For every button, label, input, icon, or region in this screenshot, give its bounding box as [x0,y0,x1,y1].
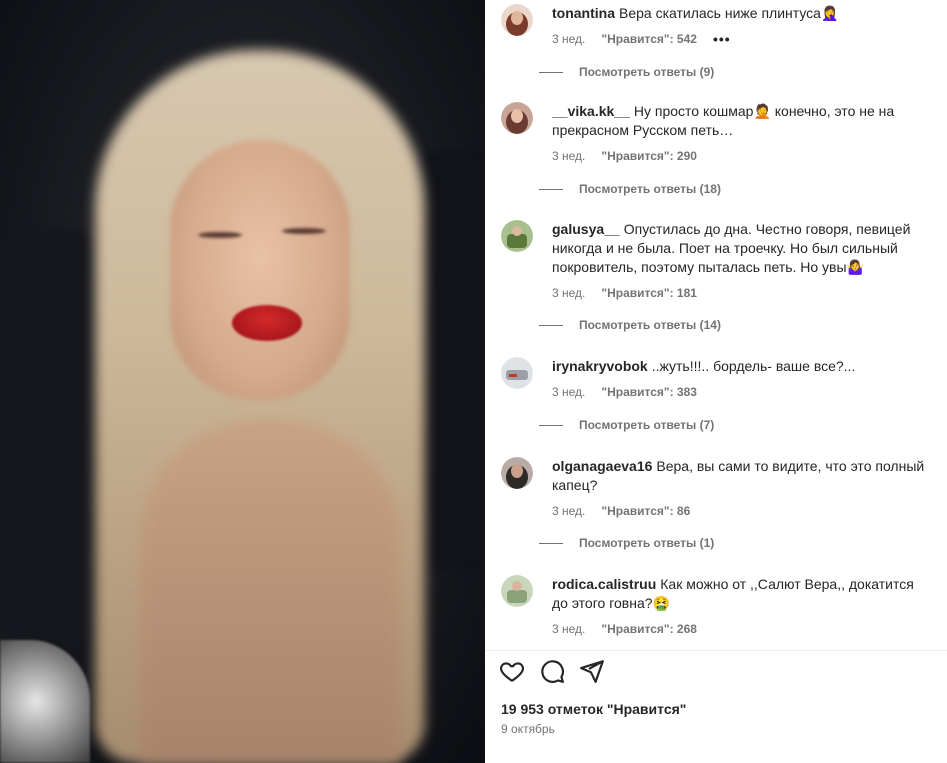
comment-time[interactable]: 3 нед. [552,622,585,636]
avatar[interactable] [501,4,533,36]
comment-text: galusya__ Опустилась до дна. Честно говор… [552,220,932,277]
view-replies-button[interactable]: Посмотреть ответы (18) [539,182,721,196]
likes-count[interactable]: 19 953 отметок "Нравится" [501,701,686,717]
face [170,140,350,400]
comment-body: Вера скатилась ниже плинтуса🤦‍♀️ [619,5,839,21]
view-replies-button[interactable]: Посмотреть ответы (1) [539,536,714,550]
avatar-image-icon [501,102,533,134]
comment-username[interactable]: tonantina [552,5,615,21]
comments-panel: tonantina Вера скатилась ниже плинтуса🤦‍♀… [485,0,947,763]
replies-line [539,188,563,190]
view-replies-button[interactable]: Посмотреть ответы (14) [539,318,721,332]
comment-meta: 3 нед. "Нравится": 181 [552,284,932,302]
post-date: 9 октябрь [501,722,555,736]
avatar[interactable] [501,575,533,607]
comment-likes[interactable]: "Нравится": 290 [601,149,697,163]
replies-label: Посмотреть ответы (18) [579,182,721,196]
left-eye [198,232,242,238]
avatar-image-icon [501,575,533,607]
replies-label: Посмотреть ответы (9) [579,65,715,79]
replies-label: Посмотреть ответы (1) [579,536,715,550]
comment-time[interactable]: 3 нед. [552,32,585,46]
avatar[interactable] [501,457,533,489]
comment-meta: 3 нед. "Нравится": 86 [552,502,932,520]
action-icons [499,658,605,684]
comment-likes[interactable]: "Нравится": 181 [601,286,697,300]
comment-likes[interactable]: "Нравится": 268 [601,622,697,636]
comments-list[interactable]: tonantina Вера скатилась ниже плинтуса🤦‍♀… [485,0,947,650]
comment-text: olganagaeva16 Вера, вы сами то видите, чт… [552,457,932,495]
comment-icon[interactable] [539,658,565,684]
comment-text: tonantina Вера скатилась ниже плинтуса🤦‍♀… [552,4,932,23]
comment-time[interactable]: 3 нед. [552,286,585,300]
replies-line [539,324,563,326]
comment-time[interactable]: 3 нед. [552,504,585,518]
avatar-image-icon [501,220,533,252]
more-options-icon[interactable]: ••• [713,31,731,47]
avatar[interactable] [501,357,533,389]
share-icon[interactable] [579,658,605,684]
comment-likes[interactable]: "Нравится": 383 [601,385,697,399]
comment-username[interactable]: irynakryvobok [552,358,648,374]
avatar-image-icon [501,4,533,36]
comment-text: irynakryvobok ..жуть!!!.. бордель- ваше в… [552,357,932,376]
comment-text: rodica.calistruu Как можно от ,,Салют Вер… [552,575,932,613]
comment-username[interactable]: galusya__ [552,221,620,237]
comment-username[interactable]: __vika.kk__ [552,103,630,119]
right-eye [282,228,326,234]
avatar[interactable] [501,220,533,252]
lips [232,305,302,341]
replies-line [539,542,563,544]
avatar[interactable] [501,102,533,134]
view-replies-button[interactable]: Посмотреть ответы (9) [539,65,714,79]
comment-likes[interactable]: "Нравится": 86 [601,504,690,518]
replies-line [539,71,563,73]
heart-icon[interactable] [499,658,525,684]
comment-time[interactable]: 3 нед. [552,149,585,163]
replies-label: Посмотреть ответы (14) [579,318,721,332]
avatar-image-icon [501,457,533,489]
comment-text: __vika.kk__ Ну просто кошмар🤦 конечно, эт… [552,102,932,140]
comment-likes[interactable]: "Нравится": 542 [601,32,697,46]
shoulder [140,420,400,763]
sparkle-outfit [0,640,90,763]
comment-username[interactable]: olganagaeva16 [552,458,652,474]
comment-username[interactable]: rodica.calistruu [552,576,656,592]
post-media[interactable] [0,0,485,763]
replies-line [539,424,563,426]
comment-meta: 3 нед. "Нравится": 542 ••• [552,30,932,48]
comment-meta: 3 нед. "Нравится": 268 [552,620,932,638]
post-actions: 19 953 отметок "Нравится" 9 октябрь [485,650,947,763]
comment-meta: 3 нед. "Нравится": 290 [552,147,932,165]
comment-time[interactable]: 3 нед. [552,385,585,399]
view-replies-button[interactable]: Посмотреть ответы (7) [539,418,714,432]
replies-label: Посмотреть ответы (7) [579,418,715,432]
comment-body: ..жуть!!!.. бордель- ваше все?... [651,358,856,374]
avatar-image-icon [501,357,533,389]
comment-meta: 3 нед. "Нравится": 383 [552,383,932,401]
